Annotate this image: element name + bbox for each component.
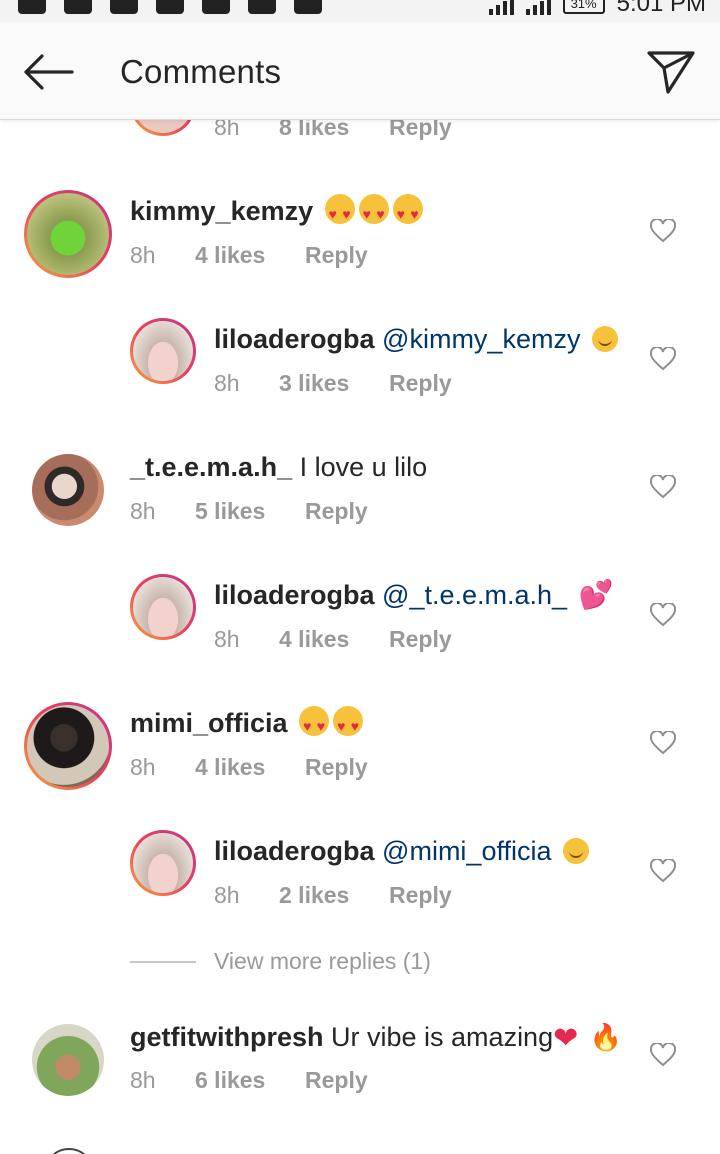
comment-time: 8h bbox=[130, 498, 156, 524]
comment-likes[interactable]: 4 likes bbox=[195, 242, 305, 269]
like-heart-icon[interactable] bbox=[650, 859, 676, 883]
heart-eyes-emoji-icon bbox=[324, 194, 355, 231]
reply-button[interactable]: Reply bbox=[305, 242, 368, 269]
smile-emoji-icon bbox=[563, 838, 590, 864]
reply-button[interactable]: Reply bbox=[389, 882, 452, 909]
avatar[interactable] bbox=[44, 1148, 94, 1154]
mention-link[interactable]: @kimmy_kemzy bbox=[382, 324, 580, 354]
reply-button[interactable]: Reply bbox=[305, 498, 368, 525]
comment-time: 8h bbox=[130, 242, 156, 268]
like-heart-icon[interactable] bbox=[650, 475, 676, 499]
two-hearts-emoji-icon: 💕 bbox=[578, 579, 614, 610]
comment-time: 8h bbox=[130, 1067, 156, 1093]
back-arrow-icon[interactable] bbox=[22, 52, 74, 92]
comment-username[interactable]: liloaderogba bbox=[214, 580, 375, 610]
comment-time: 8h bbox=[214, 370, 240, 396]
comment-meta: 8h 4 likes Reply bbox=[214, 626, 452, 653]
comment-likes[interactable]: 4 likes bbox=[195, 754, 305, 781]
avatar[interactable] bbox=[24, 702, 112, 790]
comment-meta: 8h 6 likes Reply bbox=[130, 1067, 368, 1094]
heart-eyes-emoji-icon bbox=[358, 194, 389, 231]
comment-time: 8h bbox=[130, 754, 156, 780]
reply-button[interactable]: Reply bbox=[305, 754, 368, 781]
comment-list: 8h 8 likes Reply kimmy_kemzy 8h 4 likes … bbox=[0, 0, 720, 1154]
view-more-replies-button[interactable]: View more replies (1) bbox=[130, 948, 431, 975]
avatar[interactable] bbox=[32, 1024, 104, 1096]
comment-body: Ur vibe is amazing bbox=[331, 1022, 554, 1052]
header: Comments bbox=[0, 22, 720, 120]
reply-button[interactable]: Reply bbox=[389, 370, 452, 397]
comment-username[interactable]: kimmy_kemzy bbox=[130, 196, 313, 226]
comment-likes[interactable]: 5 likes bbox=[195, 498, 305, 525]
comment-body: I love u lilo bbox=[299, 452, 428, 482]
comment-likes[interactable]: 3 likes bbox=[279, 370, 389, 397]
comment-username[interactable]: getfitwithpresh bbox=[130, 1022, 324, 1052]
view-more-replies-label: View more replies (1) bbox=[214, 948, 431, 974]
like-heart-icon[interactable] bbox=[650, 347, 676, 371]
comment-text: mimi_officia bbox=[130, 706, 364, 743]
like-heart-icon[interactable] bbox=[650, 603, 676, 627]
avatar[interactable] bbox=[24, 190, 112, 278]
comment-time: 8h bbox=[214, 626, 240, 652]
smile-emoji-icon bbox=[591, 326, 618, 352]
fire-emoji-icon: 🔥 bbox=[589, 1022, 623, 1052]
comment-likes[interactable]: 6 likes bbox=[195, 1067, 305, 1094]
comment-likes[interactable]: 4 likes bbox=[279, 626, 389, 653]
like-heart-icon[interactable] bbox=[650, 731, 676, 755]
divider bbox=[130, 960, 196, 963]
page-title: Comments bbox=[120, 53, 282, 90]
comment-username[interactable]: liloaderogba bbox=[214, 324, 375, 354]
comment-text: kimmy_kemzy bbox=[130, 194, 423, 231]
direct-message-icon[interactable] bbox=[646, 49, 696, 95]
comment-username[interactable]: _t.e.e.m.a.h_ bbox=[130, 452, 292, 482]
avatar[interactable] bbox=[130, 318, 196, 384]
red-heart-emoji-icon: ❤ bbox=[553, 1022, 579, 1055]
comment-username[interactable]: mimi_officia bbox=[130, 708, 288, 738]
comment-meta: 8h 4 likes Reply bbox=[130, 242, 368, 269]
comment-meta: 8h 5 likes Reply bbox=[130, 498, 368, 525]
avatar[interactable] bbox=[32, 454, 104, 526]
comment-username[interactable]: liloaderogba bbox=[214, 836, 375, 866]
comment-meta: 8h 3 likes Reply bbox=[214, 370, 452, 397]
avatar[interactable] bbox=[130, 574, 196, 640]
heart-eyes-emoji-icon bbox=[299, 706, 330, 743]
comment-text: getfitwithpresh Ur vibe is amazing❤ 🔥 bbox=[130, 1020, 622, 1056]
comment-text: liloaderogba @_t.e.e.m.a.h_ 💕 bbox=[214, 578, 613, 612]
heart-eyes-emoji-icon bbox=[333, 706, 364, 743]
comment-text: liloaderogba @mimi_officia bbox=[214, 834, 590, 868]
reply-button[interactable]: Reply bbox=[389, 626, 452, 653]
heart-eyes-emoji-icon bbox=[392, 194, 423, 231]
avatar[interactable] bbox=[130, 830, 196, 896]
reply-button[interactable]: Reply bbox=[305, 1067, 368, 1094]
comment-text: _t.e.e.m.a.h_ I love u lilo bbox=[130, 450, 427, 484]
comment-meta: 8h 2 likes Reply bbox=[214, 882, 452, 909]
comment-meta: 8h 4 likes Reply bbox=[130, 754, 368, 781]
comment-time: 8h bbox=[214, 882, 240, 908]
like-heart-icon[interactable] bbox=[650, 1043, 676, 1067]
like-heart-icon[interactable] bbox=[650, 219, 676, 243]
comment-likes[interactable]: 2 likes bbox=[279, 882, 389, 909]
mention-link[interactable]: @mimi_officia bbox=[382, 836, 551, 866]
comment-text: liloaderogba @kimmy_kemzy bbox=[214, 322, 618, 356]
mention-link[interactable]: @_t.e.e.m.a.h_ bbox=[382, 580, 567, 610]
